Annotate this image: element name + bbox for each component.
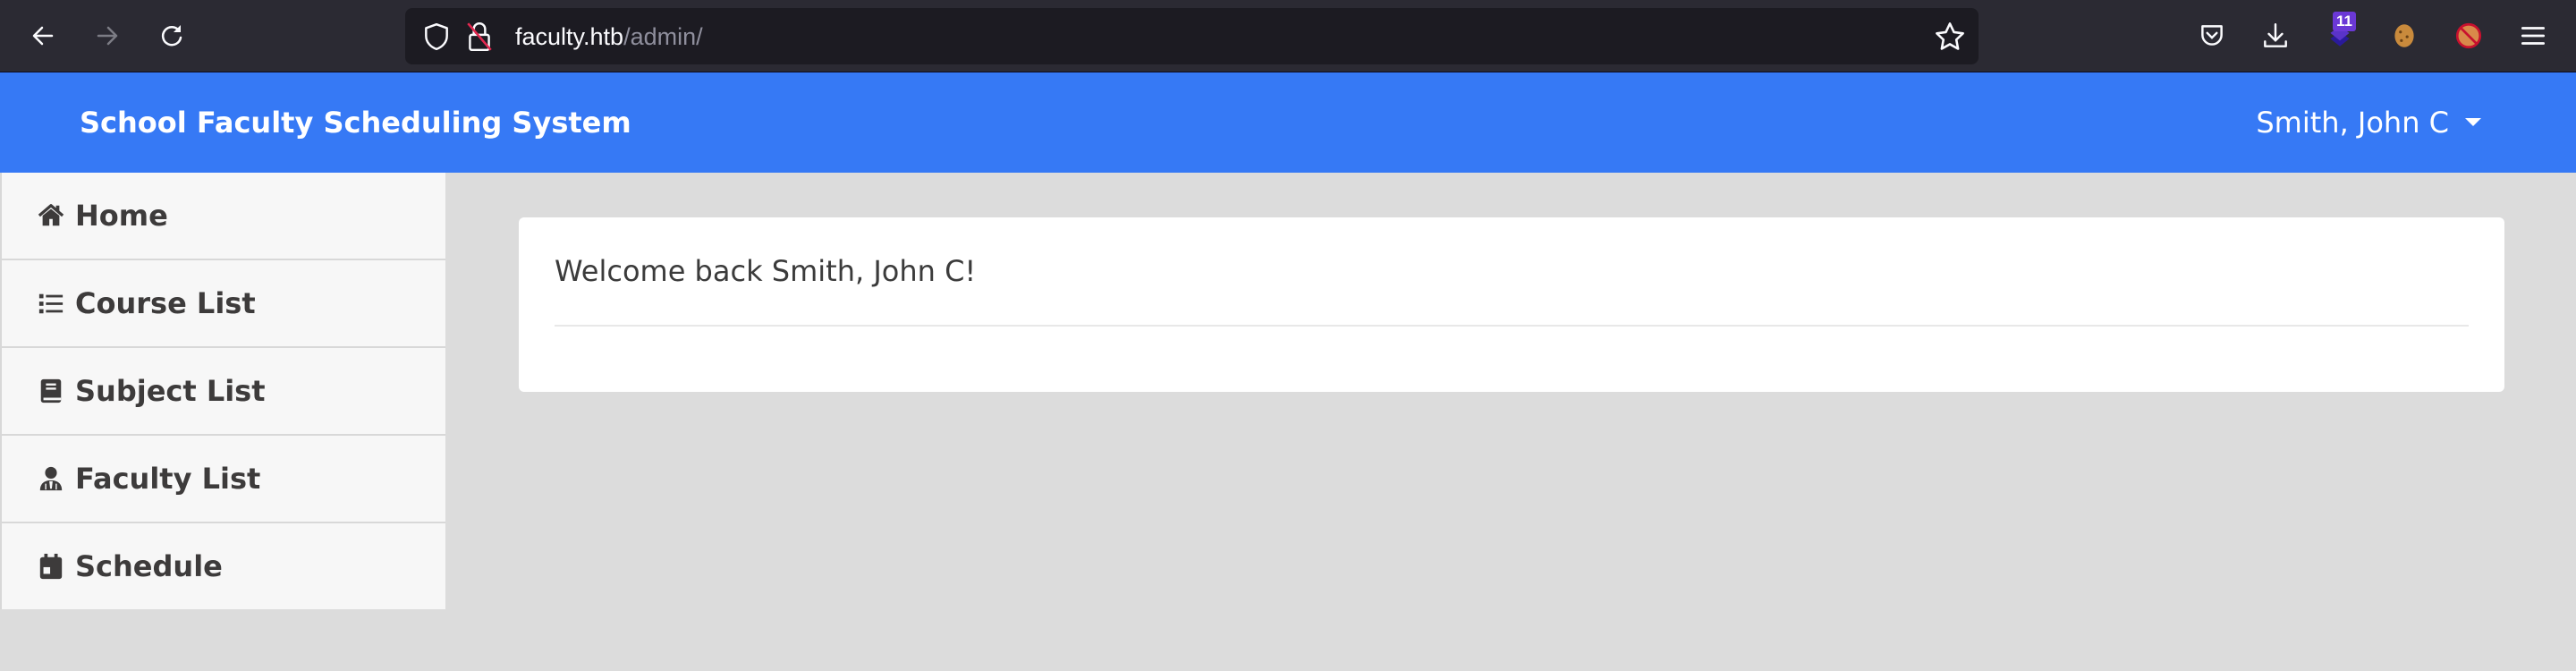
back-button[interactable] — [25, 18, 61, 54]
blocked-extension-icon — [2455, 22, 2482, 49]
sidebar-item-subject-list[interactable]: Subject List — [0, 348, 445, 436]
welcome-message: Welcome back Smith, John C! — [555, 254, 977, 288]
forward-button[interactable] — [89, 18, 125, 54]
card-divider — [555, 325, 2469, 327]
pocket-button[interactable] — [2194, 18, 2230, 54]
browser-toolbar: faculty.htb/admin/ 11 — [0, 0, 2576, 72]
downloads-button[interactable] — [2258, 18, 2293, 54]
blocked-extension-button[interactable] — [2451, 18, 2487, 54]
forward-icon — [97, 26, 118, 46]
extension-badge: 11 — [2333, 12, 2356, 31]
app-navbar: School Faculty Scheduling System Smith, … — [0, 72, 2576, 173]
sidebar-item-label: Home — [75, 199, 168, 233]
caret-down-icon — [2465, 117, 2481, 126]
shield-icon[interactable] — [421, 21, 452, 52]
user-tie-icon — [38, 465, 64, 492]
url-text[interactable]: faculty.htb/admin/ — [515, 21, 703, 53]
bookmark-star-icon[interactable] — [1934, 21, 1966, 53]
sidebar-item-schedule[interactable]: Schedule — [0, 523, 445, 609]
pocket-icon — [2201, 25, 2223, 46]
sidebar-item-label: Subject List — [75, 374, 266, 408]
sidebar-item-label: Course List — [75, 286, 256, 320]
app-menu-button[interactable] — [2515, 18, 2551, 54]
app-brand[interactable]: School Faculty Scheduling System — [80, 72, 631, 173]
cookie-icon — [2394, 24, 2414, 47]
back-icon — [32, 26, 54, 46]
cookie-extension-button[interactable] — [2386, 18, 2422, 54]
reload-button[interactable] — [154, 18, 190, 54]
user-name: Smith, John C — [2256, 106, 2449, 140]
sidebar-item-course-list[interactable]: Course List — [0, 260, 445, 348]
book-icon — [38, 378, 64, 404]
list-icon — [38, 290, 64, 317]
calendar-icon — [38, 553, 64, 580]
address-bar[interactable]: faculty.htb/admin/ — [405, 8, 1979, 64]
welcome-card: Welcome back Smith, John C! — [519, 217, 2504, 392]
sidebar-item-label: Faculty List — [75, 462, 261, 496]
sidebar-item-home[interactable]: Home — [0, 173, 445, 260]
sidebar-item-faculty-list[interactable]: Faculty List — [0, 436, 445, 523]
sidebar-item-label: Schedule — [75, 549, 223, 583]
download-icon — [2264, 23, 2287, 47]
reload-icon — [161, 25, 182, 47]
user-dropdown[interactable]: Smith, John C — [2256, 72, 2481, 173]
hamburger-menu-icon — [2521, 27, 2546, 45]
insecure-lock-icon[interactable] — [464, 21, 495, 53]
sidebar-nav: Home Course List Subject List Faculty Li… — [0, 173, 445, 609]
home-icon — [38, 202, 64, 229]
